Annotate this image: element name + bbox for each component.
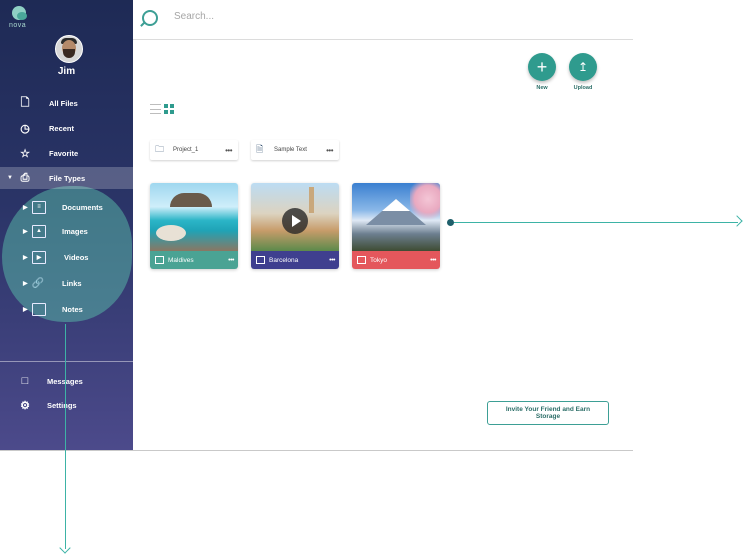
video-icon: ▶ (32, 250, 46, 264)
gear-icon: ⚙ (20, 399, 30, 412)
sidebar-item-file-types[interactable]: ▼ ⎙ File Types (0, 167, 133, 189)
sidebar-item-settings[interactable]: ⚙ Settings (0, 394, 133, 416)
folder-item[interactable]: 🗀 Project_1 ••• (150, 140, 238, 160)
notes-icon (32, 302, 46, 316)
media-label: Barcelona (269, 256, 299, 264)
sidebar-subitem-documents[interactable]: ▶ ≡ Documents (0, 197, 133, 217)
more-options-icon[interactable]: ••• (326, 146, 333, 155)
more-options-icon[interactable]: ••• (228, 257, 234, 264)
nova-logo[interactable]: nova (9, 6, 31, 32)
upload-button[interactable]: ↥ (569, 53, 597, 81)
new-button[interactable]: + (528, 53, 556, 81)
thumbnail-tower (309, 187, 314, 213)
sidebar: nova Jim 🗋 All Files ◷ Recent ☆ Favorite… (0, 0, 133, 450)
sidebar-item-favorite[interactable]: ☆ Favorite (0, 142, 133, 164)
more-options-icon[interactable]: ••• (329, 257, 335, 264)
arrow-down-icon (59, 542, 71, 554)
sidebar-subitem-videos[interactable]: ▶ ▶ Videos (0, 247, 133, 267)
sidebar-subitem-label: Notes (62, 304, 83, 314)
invite-friend-button[interactable]: Invite Your Friend and Earn Storage (487, 401, 609, 425)
arrow-right-icon (731, 215, 743, 227)
file-item[interactable]: 🗎 Sample Text ••• (251, 140, 339, 160)
thumbnail-hut (170, 193, 212, 207)
grid-view-icon[interactable] (164, 104, 174, 114)
caret-right-icon: ▶ (23, 280, 28, 287)
search-icon[interactable] (142, 10, 158, 26)
avatar-beard (63, 49, 75, 58)
file-copy-icon: 🗋 (20, 96, 30, 109)
more-options-icon[interactable]: ••• (430, 257, 436, 264)
new-button-label: New (536, 85, 548, 91)
sidebar-subitem-links[interactable]: ▶ 🔗 Links (0, 273, 133, 293)
app-window: nova Jim 🗋 All Files ◷ Recent ☆ Favorite… (0, 0, 633, 451)
sidebar-item-messages[interactable]: □ Messages (0, 370, 133, 392)
sidebar-item-label: Favorite (49, 148, 79, 158)
image-icon (357, 256, 366, 264)
folder-label: Project_1 (173, 147, 199, 153)
upload-button-label: Upload (573, 85, 593, 91)
caret-right-icon: ▶ (23, 228, 28, 235)
sidebar-item-label: File Types (49, 173, 86, 183)
search-bar (142, 8, 442, 32)
logo-mark-icon (12, 6, 27, 20)
logo-text: nova (9, 22, 27, 29)
media-card[interactable]: Barcelona ••• (251, 183, 339, 269)
document-icon: ≡ (32, 200, 46, 214)
clock-icon: ◷ (20, 122, 30, 135)
sidebar-subitem-label: Images (62, 226, 88, 236)
media-card-footer: Tokyo ••• (352, 251, 440, 269)
thumbnail-blossom (410, 183, 440, 223)
annotation-line-vertical (65, 324, 66, 549)
image-icon (155, 256, 164, 264)
view-toggle (150, 104, 174, 114)
sidebar-subitem-label: Links (62, 278, 82, 288)
sidebar-subitem-label: Videos (64, 252, 89, 262)
folder-icon: 🗀 (155, 144, 165, 154)
header-divider (133, 39, 633, 40)
media-card[interactable]: Maldives ••• (150, 183, 238, 269)
sidebar-item-all-files[interactable]: 🗋 All Files (0, 92, 133, 114)
caret-right-icon: ▶ (23, 254, 28, 261)
upload-icon: ↥ (577, 60, 589, 74)
list-view-icon[interactable] (150, 104, 161, 114)
media-thumbnail (251, 183, 339, 251)
media-card-footer: Barcelona ••• (251, 251, 339, 269)
media-label: Tokyo (370, 256, 387, 264)
media-card-footer: Maldives ••• (150, 251, 238, 269)
sidebar-item-label: All Files (49, 98, 78, 108)
play-icon[interactable] (282, 208, 308, 234)
link-icon: 🔗 (31, 277, 45, 289)
video-icon (256, 256, 265, 264)
file-icon: 🗎 (256, 144, 264, 154)
file-label: Sample Text (274, 147, 307, 153)
avatar[interactable] (55, 35, 83, 63)
thumbnail-snowcap (382, 199, 410, 211)
annotation-line-horizontal (452, 222, 738, 223)
image-icon: ▲ (32, 224, 46, 238)
message-icon: □ (21, 375, 29, 387)
caret-right-icon: ▶ (23, 306, 28, 313)
sidebar-subitem-images[interactable]: ▶ ▲ Images (0, 221, 133, 241)
plus-icon: + (536, 56, 548, 77)
more-options-icon[interactable]: ••• (225, 146, 232, 155)
media-label: Maldives (168, 256, 194, 264)
sidebar-subitem-notes[interactable]: ▶ Notes (0, 299, 133, 319)
sidebar-item-label: Settings (47, 400, 77, 410)
caret-right-icon: ▶ (23, 204, 28, 211)
sidebar-item-label: Recent (49, 123, 75, 133)
caret-down-icon: ▼ (7, 175, 13, 181)
search-input[interactable] (172, 10, 426, 23)
sidebar-subitem-label: Documents (62, 202, 103, 212)
sidebar-item-recent[interactable]: ◷ Recent (0, 117, 133, 139)
star-icon: ☆ (20, 147, 30, 160)
annotation-dot (447, 219, 454, 226)
thumbnail-deck (156, 225, 186, 241)
media-card[interactable]: Tokyo ••• (352, 183, 440, 269)
printer-icon: ⎙ (20, 171, 30, 184)
user-name: Jim (57, 66, 76, 77)
media-thumbnail (150, 183, 238, 251)
sidebar-divider (0, 361, 133, 362)
media-thumbnail (352, 183, 440, 251)
